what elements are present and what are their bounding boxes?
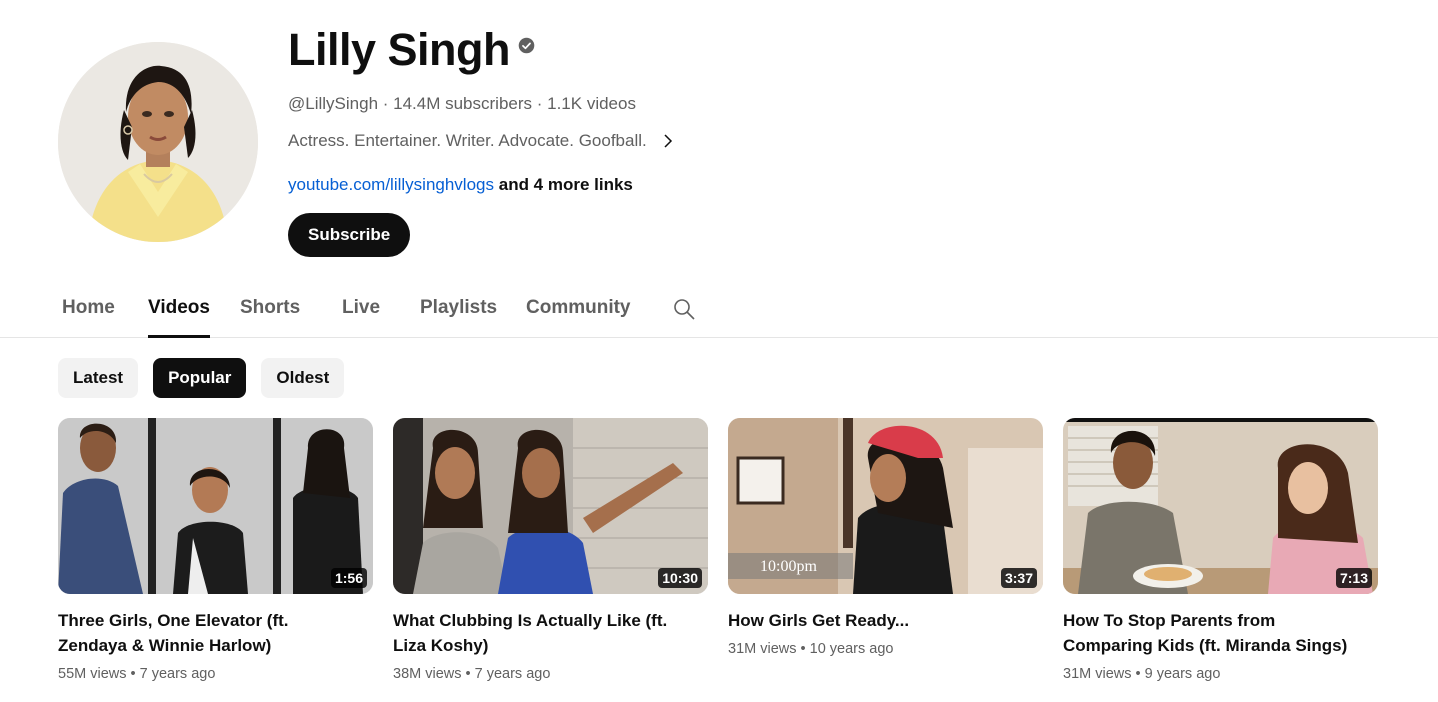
video-thumbnail[interactable]: 10:30	[393, 418, 708, 594]
chip-oldest[interactable]: Oldest	[261, 358, 345, 398]
video-card[interactable]: 1:56 Three Girls, One Elevator (ft. Zend…	[58, 418, 373, 684]
video-meta: 31M views • 10 years ago	[728, 641, 894, 657]
video-title-line: Zendaya & Winnie Harlow)	[58, 636, 272, 655]
video-card[interactable]: 10:00pm 3:37 How Girls Get Ready... 31M …	[728, 418, 1043, 684]
video-title-line: Liza Koshy)	[393, 636, 489, 655]
channel-links: youtube.com/lillysinghvlogs and 4 more l…	[288, 172, 988, 198]
chip-popular[interactable]: Popular	[153, 358, 247, 398]
video-title-line: How Girls Get Ready...	[728, 611, 910, 630]
thumbnail-image: 10:00pm	[728, 418, 1043, 594]
chevron-right-icon[interactable]	[659, 132, 677, 150]
thumbnail-caption: 10:00pm	[760, 558, 817, 575]
tab-shorts[interactable]: Shorts	[240, 282, 300, 337]
video-title-line: Three Girls, One Elevator (ft.	[58, 611, 289, 630]
channel-avatar[interactable]	[58, 42, 258, 242]
channel-tabs: Home Videos Shorts Live Playlists Commun…	[0, 282, 1438, 338]
video-title-line: How To Stop Parents from	[1063, 611, 1276, 630]
video-meta: 38M views • 7 years ago	[393, 666, 551, 682]
more-links-button[interactable]: and 4 more links	[499, 175, 633, 194]
video-title[interactable]: What Clubbing Is Actually Like (ft. Liza…	[393, 608, 708, 658]
video-thumbnail[interactable]: 1:56	[58, 418, 373, 594]
channel-link[interactable]: youtube.com/lillysinghvlogs	[288, 175, 494, 194]
channel-header: Lilly Singh @LillySingh · 14.4M subscrib…	[288, 22, 988, 257]
video-thumbnail[interactable]: 10:00pm 3:37	[728, 418, 1043, 594]
video-duration: 1:56	[330, 568, 367, 588]
channel-name: Lilly Singh	[288, 24, 511, 75]
video-duration: 7:13	[1335, 568, 1372, 588]
tab-videos[interactable]: Videos	[148, 282, 210, 338]
video-title-line: What Clubbing Is Actually Like (ft.	[393, 611, 668, 630]
chip-latest[interactable]: Latest	[58, 358, 139, 398]
video-grid: 1:56 Three Girls, One Elevator (ft. Zend…	[58, 418, 1378, 684]
thumbnail-image	[58, 418, 373, 594]
video-duration: 10:30	[658, 568, 702, 588]
video-meta: 31M views • 9 years ago	[1063, 666, 1221, 682]
verified-check-icon	[518, 37, 535, 53]
video-thumbnail[interactable]: 7:13	[1063, 418, 1378, 594]
video-card[interactable]: 10:30 What Clubbing Is Actually Like (ft…	[393, 418, 708, 684]
tab-home[interactable]: Home	[62, 282, 115, 337]
tab-live[interactable]: Live	[342, 282, 380, 337]
subscribe-button[interactable]: Subscribe	[288, 213, 411, 257]
video-card[interactable]: 7:13 How To Stop Parents from Comparing …	[1063, 418, 1378, 684]
channel-page: Lilly Singh @LillySingh · 14.4M subscrib…	[0, 0, 1438, 702]
tab-community[interactable]: Community	[526, 282, 631, 337]
tab-playlists[interactable]: Playlists	[420, 282, 497, 337]
avatar-image	[58, 42, 258, 242]
channel-meta: @LillySingh · 14.4M subscribers · 1.1K v…	[288, 94, 636, 113]
search-icon[interactable]	[672, 297, 696, 321]
channel-description[interactable]: Actress. Entertainer. Writer. Advocate. …	[288, 131, 647, 151]
video-title-line: Comparing Kids (ft. Miranda Sings)	[1063, 636, 1348, 655]
channel-description-row[interactable]: Actress. Entertainer. Writer. Advocate. …	[288, 128, 988, 154]
video-title[interactable]: How Girls Get Ready...	[728, 608, 1043, 633]
thumbnail-image	[1063, 418, 1378, 594]
sort-chips: Latest Popular Oldest	[58, 358, 345, 398]
video-meta: 55M views • 7 years ago	[58, 666, 216, 682]
video-duration: 3:37	[1000, 568, 1037, 588]
video-title[interactable]: How To Stop Parents from Comparing Kids …	[1063, 608, 1378, 658]
video-title[interactable]: Three Girls, One Elevator (ft. Zendaya &…	[58, 608, 373, 658]
channel-title-row: Lilly Singh	[288, 22, 988, 78]
